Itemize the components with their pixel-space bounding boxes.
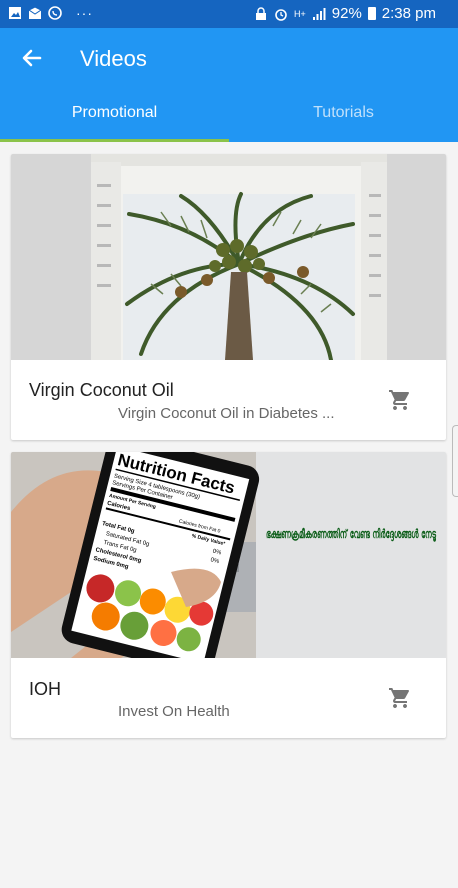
video-subtitle: Virgin Coconut Oil in Diabetes ... (118, 405, 335, 422)
thumbnail-caption: ഭക്ഷണക്രമീകരണത്തിന് വേണ്ട നിർദ്ദേശങ്ങൾ ന… (266, 527, 437, 543)
battery-icon (367, 7, 376, 20)
notification-icons: ··· (8, 5, 93, 21)
clock: 2:38 pm (381, 5, 436, 22)
status-bar: ··· H+ 92% 2:38 pm (0, 0, 458, 28)
video-title: IOH (29, 679, 62, 699)
video-title: Virgin Coconut Oil (29, 380, 174, 400)
tab-indicator (0, 139, 229, 142)
alarm-icon (275, 8, 287, 21)
tab-tutorials[interactable]: Tutorials (229, 104, 458, 122)
nutrition-facts-phone-thumbnail: Nutrition Facts Serving Size 4 tablespoo… (11, 452, 446, 658)
page-title: Videos (80, 46, 147, 71)
video-card[interactable]: Virgin Coconut Oil Virgin Coconut Oil in… (11, 154, 446, 440)
app-bar: Videos Promotional Tutorials (0, 28, 458, 142)
mail-icon (28, 6, 42, 19)
video-subtitle: Invest On Health (118, 703, 230, 720)
battery-percent: 92% (331, 5, 362, 22)
video-thumbnail[interactable]: Nutrition Facts Serving Size 4 tablespoo… (11, 452, 446, 658)
video-card[interactable]: Nutrition Facts Serving Size 4 tablespoo… (11, 452, 446, 738)
edge-panel-handle[interactable] (452, 425, 458, 497)
video-thumbnail[interactable] (11, 154, 446, 360)
coconut-oil-bottle-thumbnail (11, 154, 446, 360)
cart-icon[interactable] (388, 388, 412, 412)
more-notifications-icon: ··· (76, 5, 93, 21)
system-icons: H+ 92% 2:38 pm (254, 5, 436, 22)
cart-icon[interactable] (388, 686, 412, 710)
tab-promotional[interactable]: Promotional (0, 104, 229, 122)
whatsapp-icon (48, 6, 62, 20)
signal-icon (312, 7, 326, 20)
network-type: H+ (294, 8, 306, 19)
image-icon (9, 7, 21, 19)
lock-icon (256, 6, 266, 20)
back-arrow-icon[interactable] (18, 44, 46, 72)
